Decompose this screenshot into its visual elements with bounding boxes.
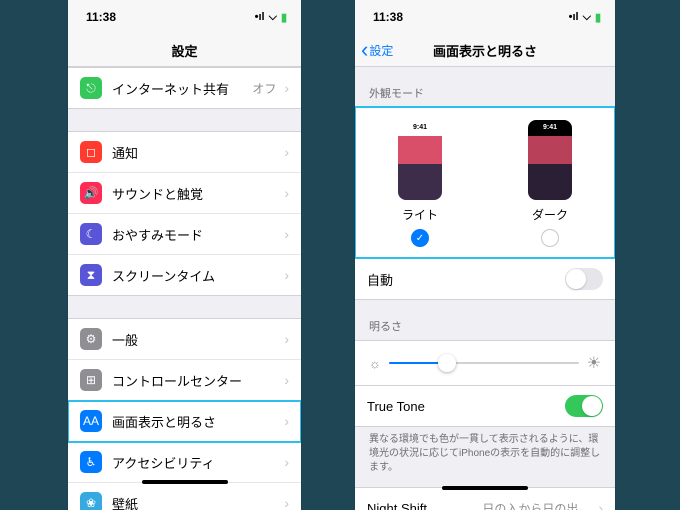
dnd-icon: ☾	[80, 223, 102, 245]
appearance-light-option[interactable]: 9:41 ライト	[398, 120, 442, 247]
row-label: 一般	[112, 330, 280, 349]
row-label: 壁紙	[112, 494, 280, 510]
truetone-label: True Tone	[367, 399, 565, 414]
back-button[interactable]: 設定	[361, 42, 393, 59]
settings-row-control[interactable]: ⊞ コントロールセンター›	[68, 360, 301, 401]
settings-row-sound[interactable]: 🔊 サウンドと触覚›	[68, 173, 301, 214]
light-radio[interactable]	[411, 229, 429, 247]
wifi-icon: ⌵	[269, 11, 277, 24]
brightness-row: ☼ ☀	[355, 340, 615, 386]
auto-row: 自動	[355, 259, 615, 299]
settings-row-access[interactable]: ♿︎ アクセシビリティ›	[68, 442, 301, 483]
nightshift-label: Night Shift	[367, 501, 482, 510]
chevron-right-icon: ›	[284, 226, 289, 242]
light-label: ライト	[402, 206, 438, 223]
settings-row-link[interactable]: ⎋ インターネット共有オフ ›	[68, 68, 301, 108]
sun-low-icon: ☼	[369, 356, 381, 371]
nightshift-row[interactable]: Night Shift 日の入から日の出… ›	[355, 488, 615, 510]
nightshift-value: 日の入から日の出…	[482, 500, 590, 510]
home-indicator	[142, 480, 228, 484]
row-value: オフ	[252, 80, 276, 97]
row-label: 通知	[112, 143, 280, 162]
status-time: 11:38	[86, 10, 116, 24]
general-icon: ⚙	[80, 328, 102, 350]
chevron-right-icon: ›	[284, 372, 289, 388]
status-time: 11:38	[373, 10, 403, 24]
row-label: アクセシビリティ	[112, 453, 280, 472]
settings-row-notify[interactable]: ◻ 通知›	[68, 132, 301, 173]
settings-row-wallpaper[interactable]: ❀ 壁紙 ›	[68, 483, 301, 510]
chevron-right-icon: ›	[284, 267, 289, 283]
brightness-slider[interactable]	[389, 362, 579, 364]
sun-high-icon: ☀	[587, 353, 601, 373]
appearance-header: 外観モード	[355, 67, 615, 107]
appearance-dark-option[interactable]: 9:41 ダーク	[528, 120, 572, 247]
display-brightness-screen: 11:38 •ıl ⌵ ▮ 設定 画面表示と明るさ 外観モード 9:41 ライト…	[355, 0, 615, 510]
home-indicator	[442, 486, 528, 490]
truetone-description: 異なる環境でも色が一貫して表示されるように、環境光の状況に応じてiPhoneの表…	[355, 427, 615, 487]
settings-row-display[interactable]: AA 画面表示と明るさ›	[68, 401, 301, 442]
settings-row-screentime[interactable]: ⧗ スクリーンタイム›	[68, 255, 301, 295]
chevron-right-icon: ›	[284, 80, 289, 96]
status-bar: 11:38 •ıl ⌵ ▮	[355, 0, 615, 34]
status-icons: •ıl ⌵ ▮	[569, 11, 601, 24]
truetone-toggle[interactable]	[565, 395, 603, 417]
status-icons: •ıl ⌵ ▮	[255, 11, 287, 24]
signal-icon: •ıl	[569, 11, 579, 23]
chevron-right-icon: ›	[284, 454, 289, 470]
page-title: 設定	[171, 41, 197, 60]
dark-label: ダーク	[532, 206, 568, 223]
wallpaper-icon: ❀	[80, 492, 102, 510]
control-icon: ⊞	[80, 369, 102, 391]
page-title: 画面表示と明るさ	[433, 41, 537, 60]
dark-radio[interactable]	[541, 229, 559, 247]
screentime-icon: ⧗	[80, 264, 102, 286]
row-label: おやすみモード	[112, 225, 280, 244]
row-label: スクリーンタイム	[112, 266, 280, 285]
chevron-right-icon: ›	[284, 144, 289, 160]
nav-bar: 設定	[68, 34, 301, 67]
chevron-right-icon: ›	[598, 500, 603, 510]
status-bar: 11:38 •ıl ⌵ ▮	[68, 0, 301, 34]
row-label: 画面表示と明るさ	[112, 412, 280, 431]
chevron-right-icon: ›	[284, 495, 289, 510]
access-icon: ♿︎	[80, 451, 102, 473]
auto-label: 自動	[367, 270, 565, 289]
brightness-header: 明るさ	[355, 300, 615, 340]
battery-icon: ▮	[281, 11, 287, 24]
chevron-right-icon: ›	[284, 413, 289, 429]
settings-row-general[interactable]: ⚙ 一般›	[68, 319, 301, 360]
display-icon: AA	[80, 410, 102, 432]
notify-icon: ◻	[80, 141, 102, 163]
wifi-icon: ⌵	[583, 11, 591, 24]
auto-toggle[interactable]	[565, 268, 603, 290]
light-preview: 9:41	[398, 120, 442, 200]
settings-screen: 11:38 •ıl ⌵ ▮ 設定 ⎋インターネット共有オフ›◻通知›🔊サウンドと…	[68, 0, 301, 510]
row-label: サウンドと触覚	[112, 184, 280, 203]
signal-icon: •ıl	[255, 11, 265, 23]
settings-row-dnd[interactable]: ☾ おやすみモード›	[68, 214, 301, 255]
battery-icon: ▮	[595, 11, 601, 24]
chevron-right-icon: ›	[284, 185, 289, 201]
row-label: コントロールセンター	[112, 371, 280, 390]
appearance-selector: 9:41 ライト 9:41 ダーク	[355, 107, 615, 258]
row-label: インターネット共有	[112, 79, 252, 98]
chevron-right-icon: ›	[284, 331, 289, 347]
nav-bar: 設定 画面表示と明るさ	[355, 34, 615, 67]
dark-preview: 9:41	[528, 120, 572, 200]
link-icon: ⎋	[80, 77, 102, 99]
settings-list[interactable]: ⎋インターネット共有オフ›◻通知›🔊サウンドと触覚›☾おやすみモード›⧗スクリー…	[68, 67, 301, 510]
sound-icon: 🔊	[80, 182, 102, 204]
truetone-row: True Tone	[355, 386, 615, 426]
